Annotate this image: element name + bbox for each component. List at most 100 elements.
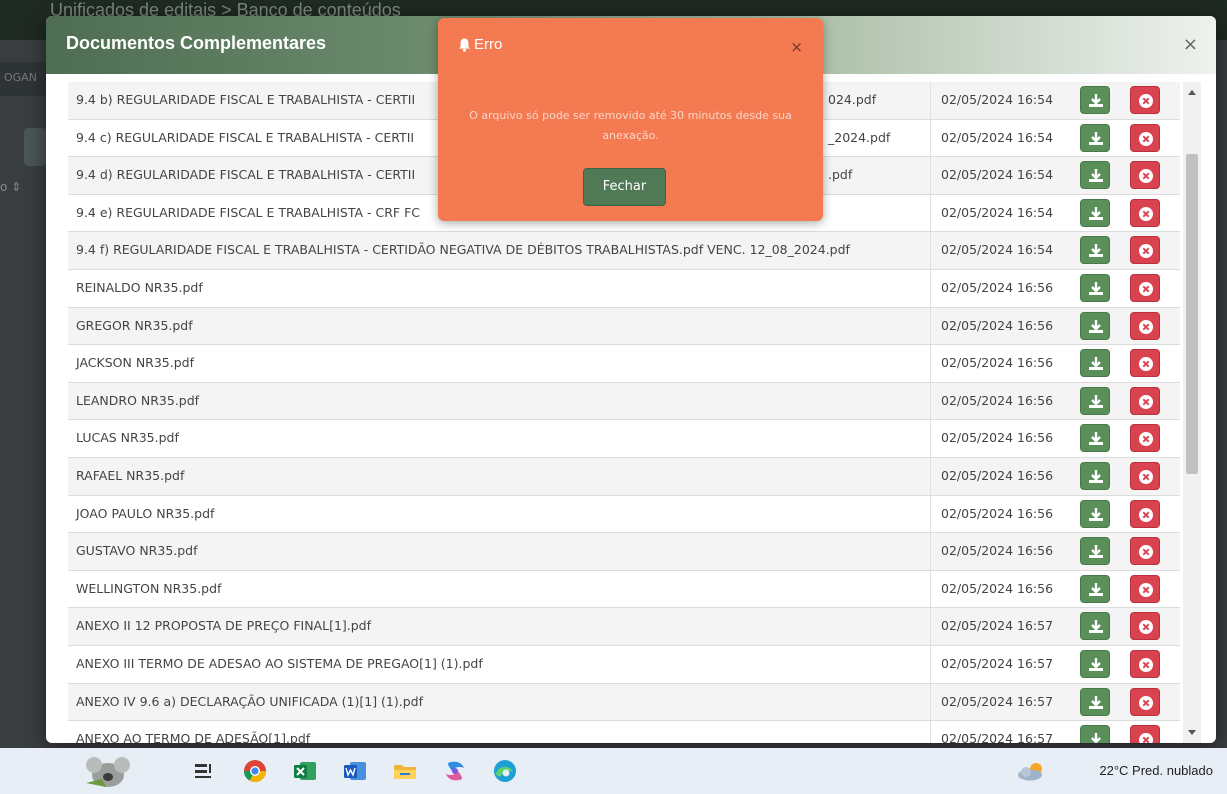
document-name-tail: .pdf xyxy=(828,167,853,183)
download-button[interactable] xyxy=(1080,311,1110,340)
remove-button[interactable] xyxy=(1130,499,1160,528)
table-row: ANEXO IV 9.6 a) DECLARAÇÃO UNIFICADA (1)… xyxy=(68,683,1180,722)
remove-button[interactable] xyxy=(1130,273,1160,302)
document-name: 9.4 e) REGULARIDADE FISCAL E TRABALHISTA… xyxy=(76,204,420,220)
remove-button[interactable] xyxy=(1130,349,1160,378)
table-row: LUCAS NR35.pdf 02/05/2024 16:56 xyxy=(68,420,1180,458)
error-dialog: Erro × O arquivo só pode ser removido at… xyxy=(438,18,823,221)
document-date: 02/05/2024 16:56 xyxy=(930,533,1070,570)
remove-button[interactable] xyxy=(1130,424,1160,453)
bell-icon xyxy=(459,38,470,52)
scroll-up-arrow-icon[interactable] xyxy=(1188,90,1196,95)
download-button[interactable] xyxy=(1080,612,1110,641)
document-date: 02/05/2024 16:56 xyxy=(930,307,1070,345)
remove-button[interactable] xyxy=(1130,574,1160,603)
scroll-down-arrow-icon[interactable] xyxy=(1188,730,1196,735)
remove-button[interactable] xyxy=(1130,123,1160,152)
download-button[interactable] xyxy=(1080,687,1110,716)
document-date: 02/05/2024 16:54 xyxy=(930,82,1070,119)
table-row: 9.4 f) REGULARIDADE FISCAL E TRABALHISTA… xyxy=(68,232,1180,270)
download-button[interactable] xyxy=(1080,161,1110,190)
table-row: JOAO PAULO NR35.pdf 02/05/2024 16:56 xyxy=(68,495,1180,534)
weather-text[interactable]: 22°C Pred. nublado xyxy=(1099,763,1213,778)
download-button[interactable] xyxy=(1080,725,1110,743)
fechar-button[interactable]: Fechar xyxy=(583,168,666,206)
download-icon xyxy=(1089,357,1103,371)
download-button[interactable] xyxy=(1080,461,1110,490)
modal-close-icon[interactable]: × xyxy=(1183,34,1198,55)
download-icon xyxy=(1091,733,1101,743)
remove-button[interactable] xyxy=(1130,725,1160,743)
remove-button[interactable] xyxy=(1130,198,1160,227)
document-date: 02/05/2024 16:56 xyxy=(930,420,1070,457)
download-button[interactable] xyxy=(1080,537,1110,566)
download-icon xyxy=(1089,319,1103,333)
download-button[interactable] xyxy=(1080,424,1110,453)
remove-button[interactable] xyxy=(1130,236,1160,265)
document-date: 02/05/2024 16:54 xyxy=(930,232,1070,269)
document-name: WELLINGTON NR35.pdf xyxy=(76,580,222,596)
remove-button[interactable] xyxy=(1130,86,1160,114)
download-button[interactable] xyxy=(1080,574,1110,603)
download-button[interactable] xyxy=(1080,236,1110,265)
table-row: LEANDRO NR35.pdf 02/05/2024 16:56 xyxy=(68,382,1180,421)
download-button[interactable] xyxy=(1080,198,1110,227)
scroll-thumb[interactable] xyxy=(1186,154,1198,474)
copilot-icon[interactable] xyxy=(442,758,468,784)
remove-button[interactable] xyxy=(1130,612,1160,641)
document-name: ANEXO AO TERMO DE ADESÃO[1].pdf xyxy=(76,731,311,743)
file-explorer-icon[interactable] xyxy=(392,758,418,784)
table-row: ANEXO II 12 PROPOSTA DE PREÇO FINAL[1].p… xyxy=(68,608,1180,646)
download-button[interactable] xyxy=(1080,273,1110,302)
background-button xyxy=(24,128,46,166)
download-icon xyxy=(1089,657,1103,671)
download-button[interactable] xyxy=(1080,123,1110,152)
remove-icon xyxy=(1139,169,1153,184)
remove-button[interactable] xyxy=(1130,687,1160,716)
scrollbar[interactable] xyxy=(1183,82,1201,743)
document-name: GREGOR NR35.pdf xyxy=(76,317,193,333)
document-date: 02/05/2024 16:57 xyxy=(930,683,1070,721)
remove-button[interactable] xyxy=(1130,537,1160,566)
remove-button[interactable] xyxy=(1130,161,1160,190)
download-icon xyxy=(1089,94,1103,107)
koala-icon[interactable] xyxy=(82,753,134,789)
download-icon xyxy=(1089,432,1103,446)
error-close-icon[interactable]: × xyxy=(790,38,803,56)
download-icon xyxy=(1089,545,1103,559)
remove-button[interactable] xyxy=(1130,461,1160,490)
task-view-icon[interactable] xyxy=(190,758,216,784)
download-button[interactable] xyxy=(1080,499,1110,528)
document-name: JACKSON NR35.pdf xyxy=(76,355,195,371)
document-name: JOAO PAULO NR35.pdf xyxy=(76,505,215,521)
remove-icon xyxy=(1139,281,1153,296)
table-row: REINALDO NR35.pdf 02/05/2024 16:56 xyxy=(68,269,1180,308)
document-date: 02/05/2024 16:56 xyxy=(930,345,1070,382)
remove-button[interactable] xyxy=(1130,649,1160,678)
chrome-icon[interactable] xyxy=(242,758,268,784)
cloud-weather-icon[interactable] xyxy=(1016,761,1046,781)
download-icon xyxy=(1089,394,1103,408)
document-name: REINALDO NR35.pdf xyxy=(76,279,203,295)
download-button[interactable] xyxy=(1080,386,1110,415)
table-row: ANEXO AO TERMO DE ADESÃO[1].pdf 02/05/202… xyxy=(68,721,1180,743)
remove-icon xyxy=(1139,394,1153,409)
remove-icon xyxy=(1139,733,1153,743)
word-icon[interactable] xyxy=(342,758,368,784)
error-message: O arquivo só pode ser removido até 30 mi… xyxy=(469,109,792,142)
document-date: 02/05/2024 16:54 xyxy=(930,194,1070,232)
download-button[interactable] xyxy=(1080,349,1110,378)
download-icon xyxy=(1089,281,1103,295)
remove-button[interactable] xyxy=(1130,386,1160,415)
download-button[interactable] xyxy=(1080,649,1110,678)
remove-icon xyxy=(1139,657,1153,672)
modal-title: Documentos Complementares xyxy=(66,33,327,53)
document-date: 02/05/2024 16:54 xyxy=(930,119,1070,157)
download-button[interactable] xyxy=(1080,86,1110,114)
remove-button[interactable] xyxy=(1130,311,1160,340)
remove-icon xyxy=(1139,357,1153,372)
edge-icon[interactable] xyxy=(492,758,518,784)
download-icon xyxy=(1089,582,1103,596)
document-date: 02/05/2024 16:56 xyxy=(930,382,1070,420)
excel-icon[interactable] xyxy=(292,758,318,784)
